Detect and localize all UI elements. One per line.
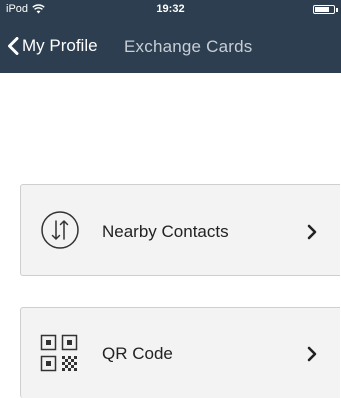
chevron-right-icon [307,346,317,362]
status-bar: iPod 19:32 [0,0,341,20]
nearby-contacts-label: Nearby Contacts [102,222,229,241]
qr-code-label: QR Code [102,344,173,363]
battery-icon [313,5,335,14]
page-title: Exchange Cards [124,37,253,56]
chevron-left-icon [8,37,19,55]
up-down-arrows-icon [41,211,79,249]
nearby-contacts-option[interactable]: Nearby Contacts [20,184,340,276]
battery-nub [336,8,338,12]
status-time: 19:32 [156,3,185,15]
top-bar: iPod 19:32 My Profile Exchange Cards [0,0,341,73]
chevron-right-icon [307,224,317,240]
back-button[interactable]: My Profile [6,36,98,56]
qr-code-icon [40,334,78,372]
qr-code-option[interactable]: QR Code [20,307,340,398]
battery-fill [315,7,329,12]
navigation-bar: My Profile Exchange Cards [0,20,341,73]
back-button-label: My Profile [22,36,98,55]
